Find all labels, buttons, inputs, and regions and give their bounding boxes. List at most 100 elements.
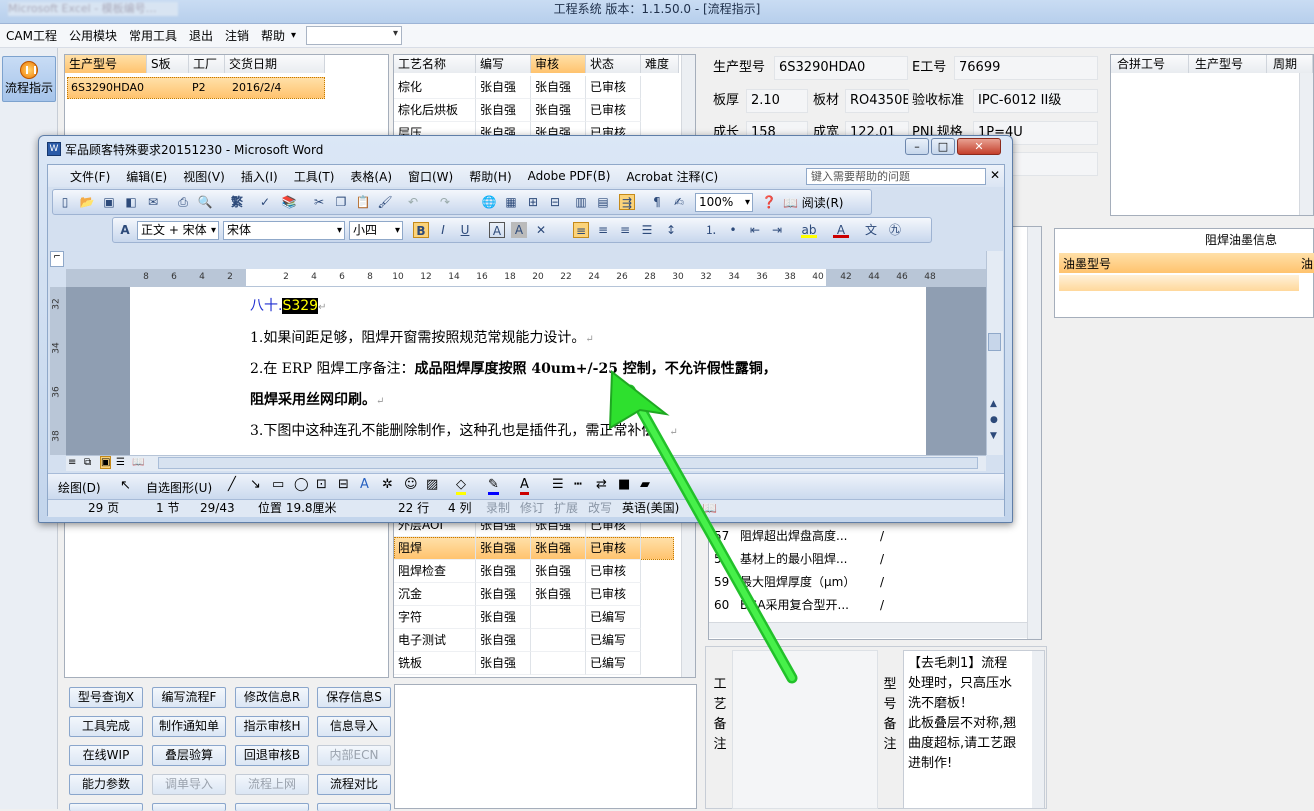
help-search-input[interactable]: 键入需要帮助的问题 <box>806 168 986 185</box>
diagram-icon[interactable]: ✲ <box>382 477 393 492</box>
ink-icon[interactable]: ✍ <box>671 194 687 210</box>
model-query-button[interactable]: 型号查询X <box>69 687 143 708</box>
internal-ecn-button[interactable]: 内部ECN <box>317 745 391 766</box>
numbering-icon[interactable]: ⒈ <box>703 222 719 238</box>
help-icon[interactable]: ❓ <box>761 194 777 210</box>
close-icon[interactable]: ✕ <box>957 138 1001 155</box>
zoom-select[interactable]: 100% <box>695 193 753 212</box>
align-left-icon[interactable]: ≡ <box>573 222 589 238</box>
process-note-field[interactable] <box>732 650 878 809</box>
status-trk[interactable]: 修订 <box>520 500 544 517</box>
word-menu-file[interactable]: 文件(F) <box>62 168 118 185</box>
line-spacing-icon[interactable]: ↕ <box>663 222 679 238</box>
web-view-icon[interactable]: ⧉ <box>84 457 91 468</box>
reading-view-icon[interactable]: 📖 <box>132 457 144 468</box>
flow-indicator-button[interactable]: 流程指示 <box>2 56 56 102</box>
status-rec[interactable]: 录制 <box>486 500 510 517</box>
picture-icon[interactable]: ▨ <box>426 477 438 492</box>
drawing-icon[interactable]: ▤ <box>595 194 611 210</box>
col-header-delivery[interactable]: 交货日期 <box>225 55 325 73</box>
col-header-period[interactable]: 周期 <box>1267 55 1313 73</box>
model-note-scrollbar[interactable] <box>1032 651 1044 808</box>
partial-button-row[interactable] <box>69 803 143 811</box>
menu-combo[interactable] <box>306 26 403 45</box>
insert-excel-icon[interactable]: ⊟ <box>547 194 563 210</box>
online-wip-button[interactable]: 在线WIP <box>69 745 143 766</box>
arrow-style-icon[interactable]: ⇄ <box>596 477 607 492</box>
col-header-process[interactable]: 工艺名称 <box>394 55 476 73</box>
capability-button[interactable]: 能力参数 <box>69 774 143 795</box>
thickness-field[interactable]: 2.10 <box>746 89 808 113</box>
next-page-icon[interactable]: ▼ <box>990 431 997 441</box>
wordart-icon[interactable]: A <box>360 477 369 492</box>
prev-page-icon[interactable]: ▲ <box>990 399 997 409</box>
dash-style-icon[interactable]: ┅ <box>574 477 582 492</box>
align-right-icon[interactable]: ≡ <box>617 222 633 238</box>
italic-icon[interactable]: I <box>435 222 451 238</box>
merge-grid-scrollbar[interactable] <box>1299 73 1313 215</box>
oval-icon[interactable]: ◯ <box>294 477 309 492</box>
textbox-icon[interactable]: ⊡ <box>316 477 327 492</box>
status-ovr[interactable]: 改写 <box>588 500 612 517</box>
rectangle-icon[interactable]: ▭ <box>272 477 284 492</box>
model-field[interactable]: 6S3290HDA0 <box>774 56 908 80</box>
bullets-icon[interactable]: • <box>725 222 741 238</box>
line-icon[interactable]: ╱ <box>228 477 236 492</box>
draw-menu[interactable]: 绘图(D) <box>58 479 101 496</box>
bold-icon[interactable]: B <box>413 222 429 238</box>
draw-font-color-icon[interactable]: A <box>520 477 529 495</box>
write-flow-button[interactable]: 编写流程F <box>152 687 226 708</box>
table-row[interactable]: 电子测试 <box>394 629 476 652</box>
table-row[interactable]: 字符 <box>394 606 476 629</box>
arrow-icon[interactable]: ↘ <box>250 477 261 492</box>
menu-logout[interactable]: 注销 <box>219 25 255 47</box>
autoshape-menu[interactable]: 自选图形(U) <box>146 479 212 496</box>
word-menu-acrobat[interactable]: Acrobat 注释(C) <box>618 168 726 185</box>
vertical-textbox-icon[interactable]: ⊟ <box>338 477 349 492</box>
status-language[interactable]: 英语(美国) <box>622 500 679 517</box>
columns-icon[interactable]: ▥ <box>573 194 589 210</box>
word-menu-help[interactable]: 帮助(H) <box>461 168 519 185</box>
normal-view-icon[interactable]: ≡ <box>68 457 76 468</box>
new-doc-icon[interactable]: ▯ <box>57 194 73 210</box>
col-header-ink-model[interactable]: 油墨型号 <box>1063 255 1111 272</box>
research-icon[interactable]: 📚 <box>281 194 297 210</box>
scroll-thumb[interactable] <box>988 333 1001 351</box>
vertical-ruler[interactable]: 32 34 36 38 <box>50 287 66 455</box>
stackup-check-button[interactable]: 叠层验算 <box>152 745 226 766</box>
hscroll-thumb[interactable] <box>158 457 978 469</box>
shadow-icon[interactable]: ■ <box>618 477 630 492</box>
undo-icon[interactable]: ↶ <box>405 194 421 210</box>
open-icon[interactable]: 📂 <box>79 194 95 210</box>
material-field[interactable]: RO4350B <box>845 89 909 113</box>
order-import-button[interactable]: 调单导入 <box>152 774 226 795</box>
table-row[interactable]: 阻焊检查 <box>394 560 476 583</box>
save-icon[interactable]: ▣ <box>101 194 117 210</box>
print-preview-icon[interactable]: 🔍 <box>197 194 213 210</box>
flow-compare-button[interactable]: 流程对比 <box>317 774 391 795</box>
requirement-hscrollbar[interactable] <box>709 622 1027 638</box>
format-painter-icon[interactable]: 🖌 <box>377 194 393 210</box>
paste-icon[interactable]: 📋 <box>355 194 371 210</box>
view-toggle-icon[interactable]: ⌐ <box>50 251 64 267</box>
read-mode-button[interactable]: 📖 阅读(R) <box>783 194 843 211</box>
col-header-writer[interactable]: 编写 <box>476 55 531 73</box>
maximize-icon[interactable]: □ <box>931 138 955 155</box>
word-menu-edit[interactable]: 编辑(E) <box>118 168 175 185</box>
word-menu-adobe-pdf[interactable]: Adobe PDF(B) <box>520 169 619 183</box>
menu-cam[interactable]: CAM工程 <box>0 25 63 47</box>
status-ext[interactable]: 扩展 <box>554 500 578 517</box>
print-icon[interactable]: ⎙ <box>175 194 191 210</box>
permission-icon[interactable]: ◧ <box>123 194 139 210</box>
req-desc-58[interactable]: 基材上的最小阻焊... <box>736 548 874 571</box>
line-color-icon[interactable]: ✎ <box>488 477 499 495</box>
menu-common-tools[interactable]: 常用工具 <box>123 25 183 47</box>
modify-info-button[interactable]: 修改信息R <box>235 687 309 708</box>
model-note-field[interactable]: 【去毛刺1】流程 处理时，只高压水 洗不磨板！ 此板叠层不对称,翘 曲度超标,请… <box>903 650 1045 809</box>
char-scale-icon[interactable]: ✕ <box>533 222 549 238</box>
font-size-select[interactable]: 小四 <box>349 221 403 240</box>
col-header-ink-other[interactable]: 油 <box>1301 255 1313 272</box>
spelling-icon[interactable]: ✓ <box>257 194 273 210</box>
review-button[interactable]: 指示审核H <box>235 716 309 737</box>
accept-field[interactable]: IPC-6012 II级 <box>973 89 1098 113</box>
